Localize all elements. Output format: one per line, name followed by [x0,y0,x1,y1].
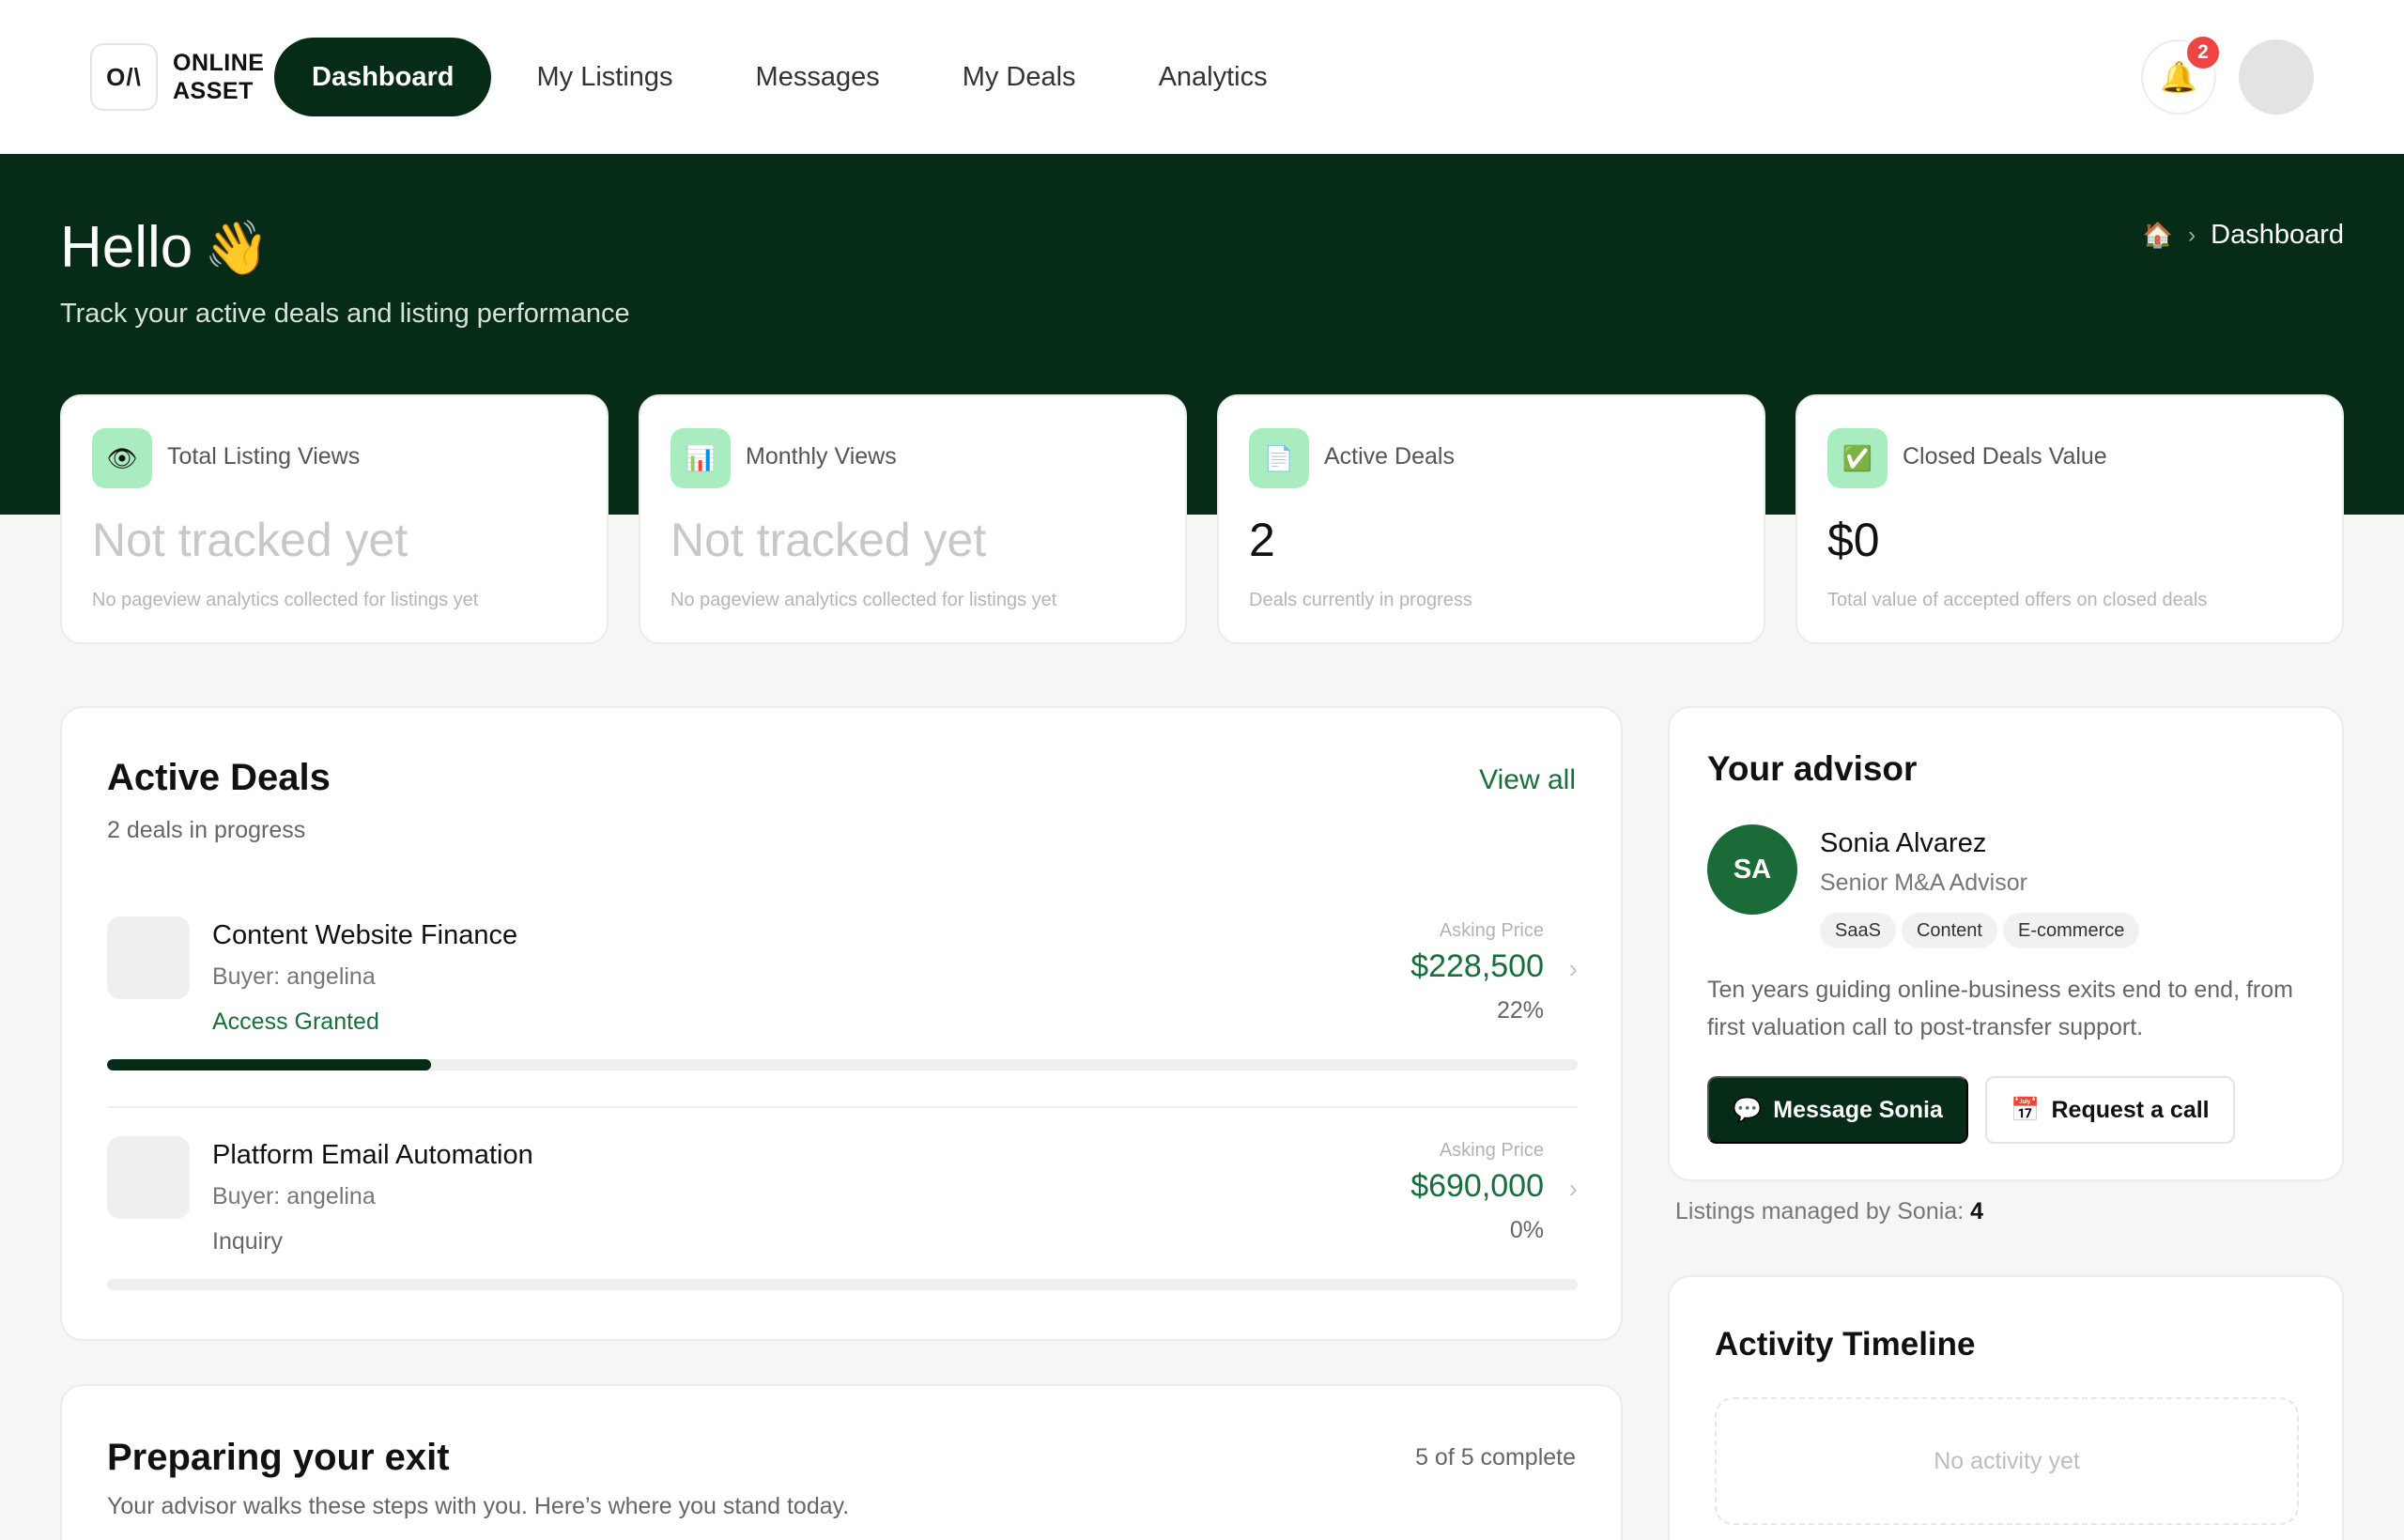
advisor-bio: Ten years guiding online-business exits … [1707,977,2293,1040]
deal-buyer: Buyer: angelina [212,1183,376,1209]
logo-line-2: ASSET [173,78,254,104]
advisor-tag: SaaS [1820,913,1896,948]
stat-value: Not tracked yet [670,514,987,566]
deal-row[interactable]: Content Website Finance Buyer: angelina … [107,916,1578,1095]
home-icon[interactable]: 🏠 [2143,221,2173,250]
activity-title: Activity Timeline [1715,1326,1976,1363]
stat-label: Closed Deals Value [1903,443,2107,470]
chevron-right-icon[interactable]: › [1569,1174,1578,1204]
logo-text: ONLINE ASSET [173,49,264,105]
stat-card-closed-value: ✅ Closed Deals Value $0 Total value of a… [1795,394,2344,644]
stat-note: Total value of accepted offers on closed… [1827,590,2208,610]
greeting-heading: Hello 👋 [60,214,270,281]
deal-row[interactable]: Platform Email Automation Buyer: angelin… [107,1136,1578,1315]
deal-price: $690,000 [1410,1168,1544,1204]
advisor-card: Your advisor SA Sonia Alvarez Senior M&A… [1668,706,2344,1181]
stat-label: Active Deals [1324,443,1455,470]
deal-progress-bar [107,1059,1578,1070]
view-all-link[interactable]: View all [1479,764,1576,796]
advisor-tags: SaaS Content E-commerce [1820,913,2140,948]
deal-thumbnail [107,916,190,999]
request-call-button[interactable]: 📅 Request a call [1985,1076,2235,1144]
wave-icon: 👋 [204,217,270,277]
deal-divider [107,1106,1578,1108]
active-deals-subtitle: 2 deals in progress [107,817,306,843]
breadcrumb: 🏠 › Dashboard [2143,220,2344,251]
top-navbar: O/\ ONLINE ASSET Dashboard My Listings M… [0,0,2404,154]
eye-icon: 👁 [92,428,152,488]
asking-price-label: Asking Price [1439,920,1544,941]
advisor-tag: Content [1901,913,1997,948]
active-deals-title: Active Deals [107,757,331,798]
stat-note: No pageview analytics collected for list… [670,590,1057,610]
brand-logo[interactable]: O/\ ONLINE ASSET [90,43,264,111]
deal-progress-fill [107,1059,431,1070]
message-button-label: Message Sonia [1773,1096,1943,1123]
deal-price: $228,500 [1410,948,1544,984]
deal-thumbnail [107,1136,190,1219]
exit-progress-count: 5 of 5 complete [1415,1444,1576,1471]
stat-label: Total Listing Views [167,443,361,470]
bar-chart-icon: 📊 [670,428,731,488]
advisor-name: Sonia Alvarez [1820,828,1987,858]
main-nav: Dashboard My Listings Messages My Deals … [274,38,1313,116]
calendar-icon: 📅 [2011,1096,2041,1123]
message-advisor-button[interactable]: 💬 Message Sonia [1707,1076,1968,1144]
chat-bubble-icon: 💬 [1733,1096,1763,1123]
listings-managed-count: 4 [1970,1198,1984,1224]
deal-percent: 0% [1509,1217,1544,1243]
user-avatar[interactable] [2239,39,2314,115]
deal-status: Access Granted [212,1009,379,1035]
stat-card-total-views: 👁 Total Listing Views Not tracked yet No… [60,394,609,644]
stat-card-monthly-views: 📊 Monthly Views Not tracked yet No pagev… [639,394,1187,644]
deal-percent: 22% [1496,997,1544,1024]
nav-dashboard[interactable]: Dashboard [274,38,492,116]
nav-messages[interactable]: Messages [718,38,917,116]
activity-timeline-card: Activity Timeline No activity yet [1668,1275,2344,1540]
document-icon: 📄 [1249,428,1309,488]
listings-managed-label: Listings managed by Sonia: [1675,1198,1965,1224]
nav-analytics[interactable]: Analytics [1121,38,1305,116]
activity-empty-state: No activity yet [1715,1397,2299,1525]
stat-note: No pageview analytics collected for list… [92,590,479,610]
preparing-exit-card: Preparing your exit Your advisor walks t… [60,1384,1623,1540]
asking-price-label: Asking Price [1439,1140,1544,1161]
stat-label: Monthly Views [746,443,897,470]
breadcrumb-current: Dashboard [2211,220,2344,250]
greeting-text: Hello [60,215,193,280]
logo-mark: O/\ [90,43,158,111]
chevron-right-icon: › [2188,222,2196,248]
stat-value: Not tracked yet [92,514,408,566]
request-call-label: Request a call [2051,1096,2210,1123]
advisor-role: Senior M&A Advisor [1820,870,2027,896]
stat-value: 2 [1249,514,1275,566]
exit-subtitle: Your advisor walks these steps with you.… [107,1493,850,1519]
advisor-title: Your advisor [1707,749,1918,788]
stat-value: $0 [1827,514,1880,566]
advisor-tag: E-commerce [2003,913,2140,948]
deal-status: Inquiry [212,1228,284,1255]
deal-buyer: Buyer: angelina [212,963,376,990]
deal-progress-bar [107,1279,1578,1290]
chevron-right-icon[interactable]: › [1569,954,1578,984]
nav-my-listings[interactable]: My Listings [499,38,710,116]
exit-title: Preparing your exit [107,1437,450,1478]
check-icon: ✅ [1827,428,1888,488]
listings-managed: Listings managed by Sonia: 4 [1675,1198,1983,1225]
nav-my-deals[interactable]: My Deals [925,38,1114,116]
notification-count-badge: 2 [2184,34,2222,71]
logo-line-1: ONLINE [173,50,265,76]
advisor-avatar: SA [1707,824,1797,915]
active-deals-card: Active Deals 2 deals in progress View al… [60,706,1623,1341]
stat-card-active-deals: 📄 Active Deals 2 Deals currently in prog… [1217,394,1765,644]
stat-note: Deals currently in progress [1249,590,1472,610]
deal-name: Content Website Finance [212,920,518,950]
deal-name: Platform Email Automation [212,1140,533,1170]
hero-subtitle: Track your active deals and listing perf… [60,299,630,329]
